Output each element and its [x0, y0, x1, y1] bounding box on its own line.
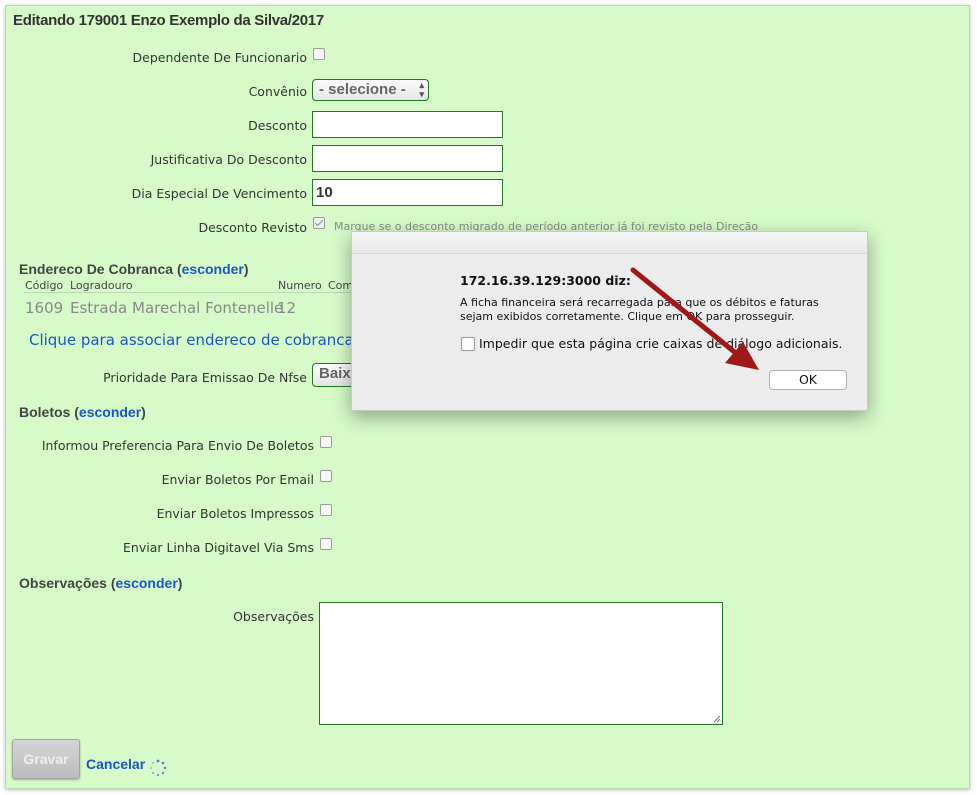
cancelar-link[interactable]: Cancelar — [86, 756, 145, 772]
observacoes-label: Observações — [233, 609, 314, 624]
alert-dialog: 172.16.39.129:3000 diz: A ficha financei… — [351, 231, 868, 411]
desconto-revisto-checkbox[interactable] — [313, 217, 325, 229]
observacoes-toggle-link[interactable]: esconder — [116, 575, 178, 591]
prioridade-label: Prioridade Para Emissao De Nfse — [103, 370, 307, 385]
boletos-impressos-label: Enviar Boletos Impressos — [156, 506, 314, 521]
convenio-select[interactable]: - selecione - ▴ ▾ — [312, 79, 429, 101]
observacoes-section-header: Observações (esconder) — [19, 575, 183, 591]
resize-handle-icon[interactable] — [713, 715, 721, 723]
address-logradouro: Estrada Marechal Fontenelle — [70, 299, 284, 317]
dialog-titlebar — [352, 232, 867, 254]
dialog-suppress-checkbox[interactable] — [461, 337, 475, 351]
boletos-toggle-link[interactable]: esconder — [79, 404, 141, 420]
boletos-section-title: Boletos — [19, 404, 71, 420]
boletos-email-checkbox[interactable] — [320, 470, 332, 482]
col-numero: Numero — [278, 279, 322, 292]
convenio-label: Convênio — [248, 84, 307, 99]
col-codigo: Código — [25, 279, 64, 292]
observacoes-section-title: Observações — [19, 575, 107, 591]
annotation-arrow — [630, 267, 759, 370]
endereco-toggle-link[interactable]: esconder — [182, 261, 244, 277]
desconto-input[interactable] — [312, 111, 503, 138]
dependente-checkbox[interactable] — [313, 48, 325, 60]
preferencia-envio-checkbox[interactable] — [320, 436, 332, 448]
page-title: Editando 179001 Enzo Exemplo da Silva/20… — [13, 12, 324, 29]
convenio-select-value: - selecione - — [319, 81, 406, 98]
address-header-divider — [24, 292, 352, 293]
gravar-button[interactable]: Gravar — [12, 739, 80, 779]
address-codigo: 1609 — [25, 299, 64, 317]
col-complemento: Com — [328, 279, 354, 292]
linha-digitavel-sms-label: Enviar Linha Digitavel Via Sms — [123, 540, 314, 555]
dia-vencimento-input[interactable]: 10 — [312, 179, 503, 206]
linha-digitavel-sms-checkbox[interactable] — [320, 538, 332, 550]
dependente-label: Dependente De Funcionario — [132, 50, 307, 65]
endereco-section-header: Endereco De Cobranca (esconder) — [19, 261, 249, 277]
preferencia-envio-label: Informou Preferencia Para Envio De Bolet… — [41, 438, 314, 453]
boletos-impressos-checkbox[interactable] — [320, 504, 332, 516]
ok-button[interactable]: OK — [769, 370, 847, 390]
desconto-revisto-label: Desconto Revisto — [198, 220, 307, 235]
endereco-section-title: Endereco De Cobranca — [19, 261, 174, 277]
dia-vencimento-label: Dia Especial De Vencimento — [131, 186, 307, 201]
observacoes-textarea[interactable] — [319, 602, 723, 725]
justificativa-input[interactable] — [312, 145, 503, 172]
boletos-section-header: Boletos (esconder) — [19, 404, 146, 420]
associar-endereco-link[interactable]: Clique para associar endereco de cobranc… — [29, 331, 354, 349]
spinner-icon — [150, 759, 167, 776]
col-logradouro: Logradouro — [70, 279, 133, 292]
desconto-label: Desconto — [248, 118, 307, 133]
address-numero: 12 — [277, 299, 297, 317]
justificativa-label: Justificativa Do Desconto — [150, 152, 307, 167]
dialog-title: 172.16.39.129:3000 diz: — [460, 273, 631, 288]
boletos-email-label: Enviar Boletos Por Email — [161, 472, 314, 487]
chevron-updown-icon: ▴ ▾ — [419, 80, 424, 99]
